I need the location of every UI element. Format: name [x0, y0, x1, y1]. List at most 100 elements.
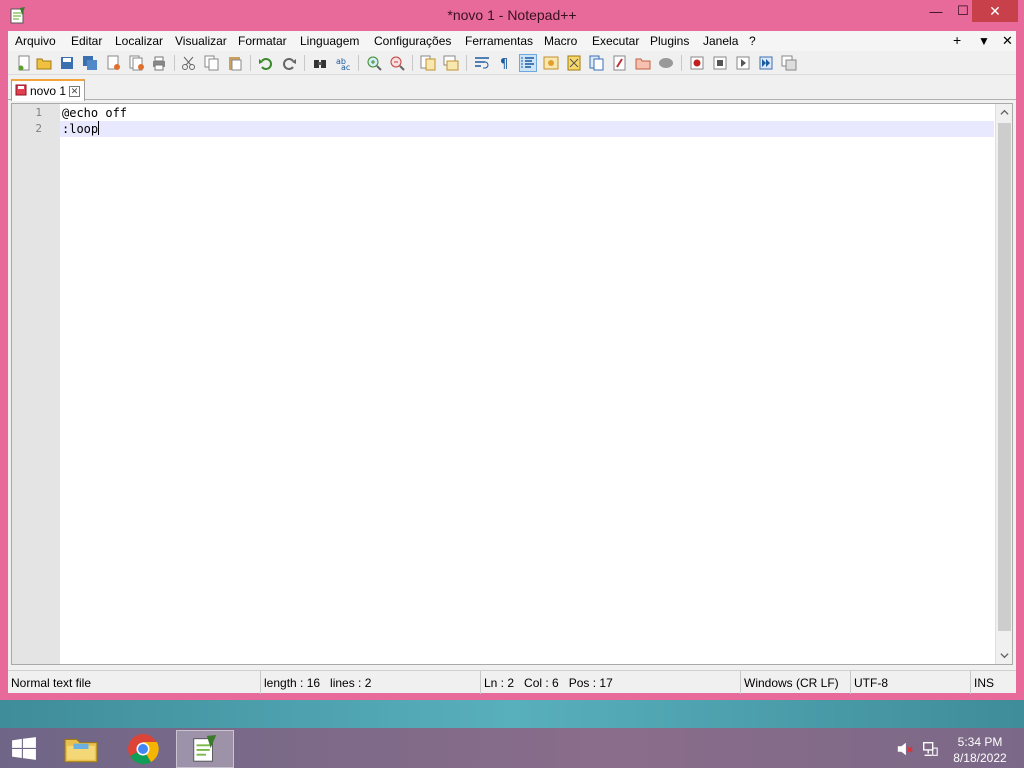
status-length: length : 16 [264, 675, 321, 690]
taskbar-strip [0, 700, 1024, 728]
notepadpp-icon [193, 734, 217, 762]
code-area[interactable]: @echo off :loop [60, 104, 994, 664]
svg-text:ac: ac [341, 63, 350, 71]
menu-editar[interactable]: Editar [71, 34, 102, 48]
status-file-type: Normal text file [8, 671, 261, 694]
menu-configuracoes[interactable]: Configurações [374, 34, 451, 48]
menu-executar[interactable]: Executar [592, 34, 639, 48]
new-tab-button[interactable]: + [953, 32, 961, 48]
taskbar-file-explorer[interactable] [52, 730, 110, 768]
macro-stop-icon[interactable] [711, 54, 729, 72]
line-number: 2 [35, 122, 42, 135]
macro-run-multiple-icon[interactable] [757, 54, 775, 72]
clock-time: 5:34 PM [957, 735, 1003, 749]
tab-list-dropdown[interactable]: ▼ [978, 34, 990, 48]
client-area: Arquivo Editar Localizar Visualizar Form… [8, 31, 1016, 694]
scroll-up-icon[interactable] [996, 104, 1013, 121]
tab-bar: novo 1 ✕ [8, 75, 1016, 101]
save-all-icon[interactable] [81, 54, 99, 72]
word-wrap-icon[interactable] [473, 54, 491, 72]
indent-guide-icon[interactable] [519, 54, 537, 72]
status-position: Ln : 2 Col : 6 Pos : 17 [481, 671, 741, 694]
scrollbar-thumb[interactable] [998, 123, 1011, 631]
macro-save-icon[interactable] [780, 54, 798, 72]
status-bar: Normal text file length : 16 lines : 2 L… [8, 670, 1016, 694]
taskbar-clock[interactable]: 5:34 PM 8/18/2022 [940, 734, 1020, 766]
macro-play-icon[interactable] [734, 54, 752, 72]
cut-icon[interactable] [180, 54, 198, 72]
folder-workspace-icon[interactable] [634, 54, 652, 72]
menu-localizar[interactable]: Localizar [115, 34, 163, 48]
function-list-icon[interactable] [611, 54, 629, 72]
editor[interactable]: 1 2 @echo off :loop [11, 103, 1013, 665]
undo-icon[interactable] [257, 54, 275, 72]
redo-icon[interactable] [280, 54, 298, 72]
new-file-icon[interactable] [15, 54, 33, 72]
show-all-chars-icon[interactable]: ¶ [496, 54, 514, 72]
monitoring-icon[interactable] [657, 54, 675, 72]
title-bar[interactable]: *novo 1 - Notepad++ — ☐ ✕ [0, 0, 1024, 31]
paste-icon[interactable] [226, 54, 244, 72]
notepadpp-window: *novo 1 - Notepad++ — ☐ ✕ Arquivo Editar… [0, 0, 1024, 700]
menu-visualizar[interactable]: Visualizar [175, 34, 227, 48]
code-line-text: @echo off [62, 106, 128, 120]
code-line-text: :loop [62, 122, 99, 136]
user-language-icon[interactable] [542, 54, 560, 72]
tab-close-icon[interactable]: ✕ [69, 85, 81, 97]
window-title: *novo 1 - Notepad++ [447, 7, 577, 23]
status-pos: Pos : 17 [568, 675, 613, 690]
volume-muted-icon[interactable] [895, 730, 915, 768]
replace-icon[interactable]: ab ac [334, 54, 352, 72]
status-lines: lines : 2 [330, 675, 372, 690]
menu-help[interactable]: ? [749, 34, 756, 48]
status-ln: Ln : 2 [484, 675, 515, 690]
unsaved-file-icon [15, 84, 27, 99]
menu-plugins[interactable]: Plugins [650, 34, 689, 48]
doc-map-icon[interactable] [565, 54, 583, 72]
copy-icon[interactable] [203, 54, 221, 72]
start-button[interactable] [0, 730, 48, 768]
menu-bar: Arquivo Editar Localizar Visualizar Form… [8, 31, 1016, 51]
find-icon[interactable] [311, 54, 329, 72]
scroll-down-icon[interactable] [996, 647, 1013, 664]
zoom-out-icon[interactable] [388, 54, 406, 72]
code-line-current[interactable]: :loop [60, 121, 994, 137]
macro-record-icon[interactable] [688, 54, 706, 72]
windows-logo-icon [12, 737, 36, 760]
zoom-in-icon[interactable] [365, 54, 383, 72]
print-icon[interactable] [150, 54, 168, 72]
menu-formatar[interactable]: Formatar [238, 34, 287, 48]
close-file-icon[interactable] [105, 54, 123, 72]
close-all-icon[interactable] [128, 54, 146, 72]
menu-arquivo[interactable]: Arquivo [15, 34, 56, 48]
network-icon[interactable] [920, 730, 940, 768]
chrome-icon [128, 734, 159, 765]
text-caret [98, 121, 100, 135]
menu-macro[interactable]: Macro [544, 34, 577, 48]
vertical-scrollbar[interactable] [995, 104, 1012, 664]
tab-novo-1[interactable]: novo 1 ✕ [11, 79, 85, 101]
taskbar-chrome[interactable] [114, 730, 172, 768]
menu-ferramentas[interactable]: Ferramentas [465, 34, 533, 48]
tab-label: novo 1 [30, 84, 67, 98]
taskbar-notepadpp[interactable] [176, 730, 234, 768]
save-icon[interactable] [58, 54, 76, 72]
svg-text:¶: ¶ [500, 57, 508, 71]
status-eol: Windows (CR LF) [741, 671, 851, 694]
taskbar [0, 700, 1024, 768]
menu-janela[interactable]: Janela [703, 34, 738, 48]
clock-date: 8/18/2022 [953, 751, 1007, 765]
open-file-icon[interactable] [35, 54, 53, 72]
menu-linguagem[interactable]: Linguagem [300, 34, 359, 48]
status-length-lines: length : 16 lines : 2 [261, 671, 481, 694]
status-encoding: UTF-8 [851, 671, 971, 694]
sync-vertical-icon[interactable] [419, 54, 437, 72]
close-document-button[interactable]: ✕ [1002, 33, 1013, 49]
sync-horizontal-icon[interactable] [442, 54, 460, 72]
code-line[interactable]: @echo off [60, 105, 994, 121]
close-button[interactable]: ✕ [972, 0, 1018, 22]
line-number: 1 [35, 106, 42, 119]
line-number-gutter: 1 2 [12, 104, 60, 664]
doc-list-icon[interactable] [588, 54, 606, 72]
toolbar: ab ac ¶ [8, 51, 1016, 75]
